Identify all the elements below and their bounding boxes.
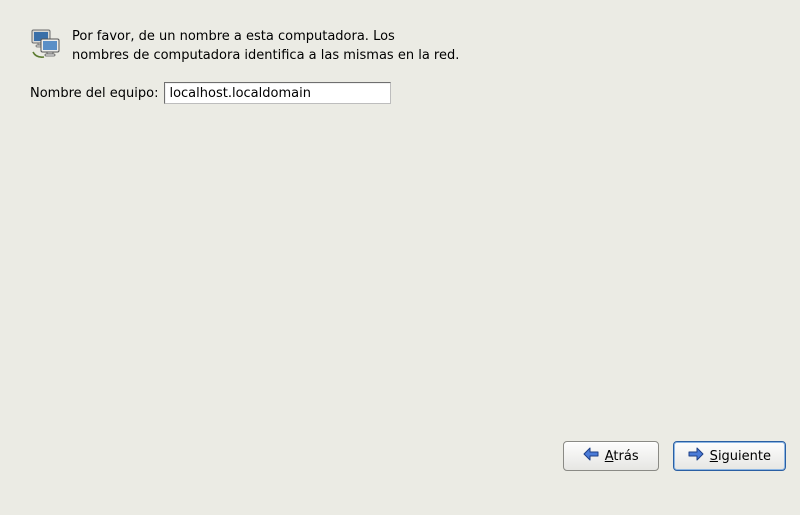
header-row: Por favor, de un nombre a esta computado…: [30, 28, 459, 66]
installer-hostname-step: Por favor, de un nombre a esta computado…: [0, 0, 800, 515]
next-button[interactable]: Siguiente: [673, 441, 786, 471]
hostname-label: Nombre del equipo:: [30, 86, 158, 101]
wizard-button-bar: Atrás Siguiente: [563, 441, 786, 471]
header-desc-line1: Por favor, de un nombre a esta computado…: [72, 28, 459, 47]
header-desc-line2: nombres de computadora identifica a las …: [72, 47, 459, 66]
hostname-row: Nombre del equipo:: [30, 82, 391, 104]
hostname-input[interactable]: [164, 82, 391, 104]
header-description: Por favor, de un nombre a esta computado…: [72, 28, 459, 66]
arrow-right-icon: [688, 447, 704, 465]
back-button-label: Atrás: [605, 449, 639, 464]
next-button-label: Siguiente: [710, 449, 771, 464]
back-button[interactable]: Atrás: [563, 441, 659, 471]
computer-network-icon: [30, 28, 64, 64]
arrow-left-icon: [583, 447, 599, 465]
